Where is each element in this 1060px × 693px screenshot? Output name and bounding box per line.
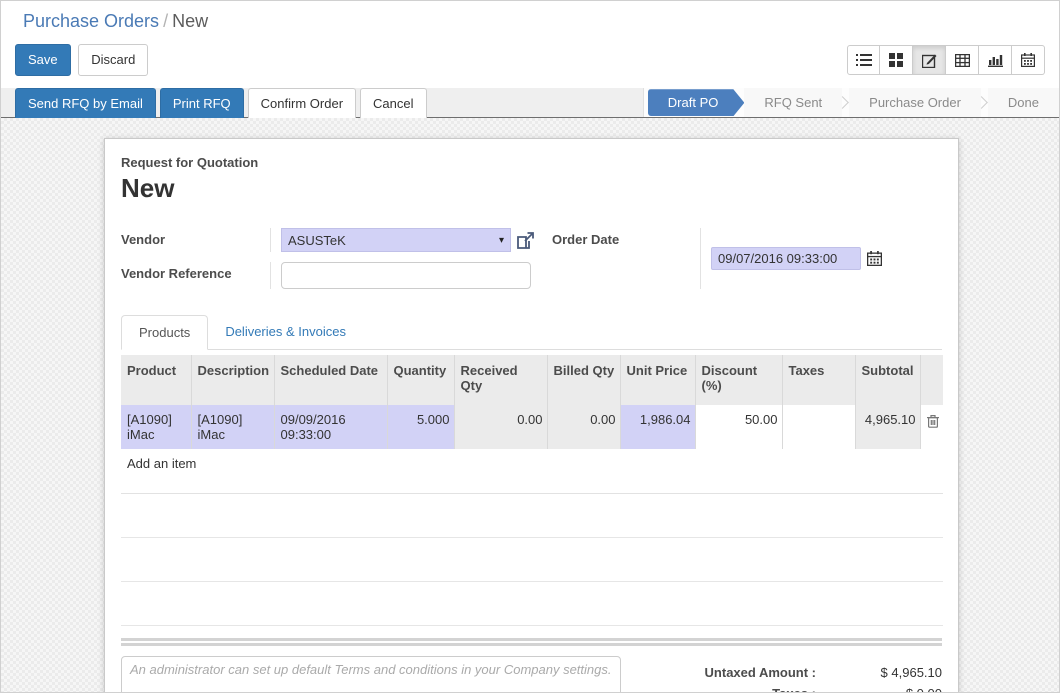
cell-discount[interactable]: 50.00	[695, 405, 782, 449]
confirm-order-button[interactable]: Confirm Order	[248, 88, 356, 118]
status-purchase-order[interactable]: Purchase Order	[849, 88, 981, 117]
add-an-item-link[interactable]: Add an item	[121, 449, 943, 493]
pivot-icon	[955, 54, 970, 67]
chevron-down-icon: ▾	[499, 235, 504, 246]
order-date-field-cell	[700, 228, 942, 289]
field-groups: Vendor ASUSTeK ▾ Vendor Reference Orde	[121, 228, 942, 289]
cell-unit-price[interactable]: 1,986.04	[620, 405, 695, 449]
terms-conditions-textarea[interactable]	[121, 656, 621, 693]
empty-row	[121, 581, 943, 625]
tab-products[interactable]: Products	[121, 315, 208, 350]
app-window: Purchase Orders/New Save Discard	[0, 0, 1060, 693]
notebook-tabs: Products Deliveries & Invoices	[121, 315, 942, 350]
cell-quantity[interactable]: 5.000	[387, 405, 454, 449]
taxes-label: Taxes :	[642, 686, 832, 693]
taxes-row: Taxes : $ 0.00	[642, 683, 942, 693]
section-divider	[121, 638, 942, 646]
col-description[interactable]: Description	[191, 355, 274, 405]
vendor-select[interactable]: ASUSTeK ▾	[281, 228, 511, 252]
form-background: Request for Quotation New Vendor ASUSTeK…	[1, 118, 1059, 693]
external-link-icon[interactable]	[517, 232, 534, 249]
untaxed-amount-row: Untaxed Amount : $ 4,965.10	[642, 662, 942, 683]
table-header-row: Product Description Scheduled Date Quant…	[121, 355, 943, 405]
col-taxes[interactable]: Taxes	[782, 355, 855, 405]
right-field-group: Order Date	[552, 228, 942, 289]
vendor-reference-field-cell	[270, 262, 552, 289]
cell-scheduled-date[interactable]: 09/09/2016 09:33:00	[274, 405, 387, 449]
cell-taxes[interactable]	[782, 405, 855, 449]
graph-view-button[interactable]	[979, 45, 1012, 75]
workflow-buttons: Send RFQ by Email Print RFQ Confirm Orde…	[15, 88, 431, 117]
form-edit-icon	[922, 53, 937, 68]
cell-received-qty: 0.00	[454, 405, 547, 449]
form-sheet: Request for Quotation New Vendor ASUSTeK…	[104, 138, 959, 693]
save-button[interactable]: Save	[15, 44, 71, 76]
breadcrumb-current: New	[172, 11, 208, 31]
empty-row	[121, 493, 943, 537]
col-received-qty[interactable]: Received Qty	[454, 355, 547, 405]
cell-delete	[920, 405, 943, 449]
cell-description[interactable]: [A1090] iMac	[191, 405, 274, 449]
add-item-row: Add an item	[121, 449, 943, 493]
status-done[interactable]: Done	[988, 88, 1059, 117]
page-title: New	[121, 173, 942, 204]
save-discard-group: Save Discard	[15, 44, 148, 76]
status-draft-po[interactable]: Draft PO	[648, 89, 745, 116]
breadcrumb-separator: /	[159, 11, 172, 31]
col-billed-qty[interactable]: Billed Qty	[547, 355, 620, 405]
col-scheduled-date[interactable]: Scheduled Date	[274, 355, 387, 405]
print-rfq-button[interactable]: Print RFQ	[160, 88, 244, 118]
col-quantity[interactable]: Quantity	[387, 355, 454, 405]
view-switcher	[847, 45, 1045, 75]
cell-billed-qty: 0.00	[547, 405, 620, 449]
cancel-button[interactable]: Cancel	[360, 88, 426, 118]
sheet-subtitle: Request for Quotation	[121, 155, 942, 170]
list-view-button[interactable]	[847, 45, 880, 75]
vendor-select-value: ASUSTeK	[288, 233, 346, 248]
status-pipeline: Draft PO RFQ Sent Purchase Order Done	[643, 88, 1059, 117]
order-lines-table: Product Description Scheduled Date Quant…	[121, 355, 943, 626]
breadcrumb: Purchase Orders/New	[1, 1, 1059, 36]
empty-row	[121, 537, 943, 581]
graph-icon	[988, 53, 1003, 67]
kanban-icon	[889, 53, 903, 67]
discard-button[interactable]: Discard	[78, 44, 148, 76]
col-discount[interactable]: Discount (%)	[695, 355, 782, 405]
untaxed-amount-label: Untaxed Amount :	[642, 665, 832, 680]
trash-icon[interactable]	[927, 412, 940, 428]
vendor-reference-label: Vendor Reference	[121, 262, 270, 289]
action-bar: Send RFQ by Email Print RFQ Confirm Orde…	[1, 88, 1059, 118]
vendor-field-cell: ASUSTeK ▾	[270, 228, 552, 252]
untaxed-amount-value: $ 4,965.10	[832, 665, 942, 680]
col-actions	[920, 355, 943, 405]
status-rfq-sent[interactable]: RFQ Sent	[744, 88, 842, 117]
order-date-label: Order Date	[552, 228, 700, 289]
form-view-button[interactable]	[913, 45, 946, 75]
order-line-row: [A1090] iMac [A1090] iMac 09/09/2016 09:…	[121, 405, 943, 449]
bottom-area: Untaxed Amount : $ 4,965.10 Taxes : $ 0.…	[121, 656, 942, 693]
send-rfq-button[interactable]: Send RFQ by Email	[15, 88, 156, 118]
breadcrumb-parent-link[interactable]: Purchase Orders	[23, 11, 159, 31]
tab-deliveries-invoices[interactable]: Deliveries & Invoices	[208, 315, 363, 349]
col-subtotal[interactable]: Subtotal	[855, 355, 920, 405]
totals-block: Untaxed Amount : $ 4,965.10 Taxes : $ 0.…	[642, 656, 942, 693]
list-icon	[856, 53, 872, 67]
calendar-view-button[interactable]	[1012, 45, 1045, 75]
pivot-view-button[interactable]	[946, 45, 979, 75]
cell-product[interactable]: [A1090] iMac	[121, 405, 191, 449]
col-unit-price[interactable]: Unit Price	[620, 355, 695, 405]
cell-subtotal: 4,965.10	[855, 405, 920, 449]
kanban-view-button[interactable]	[880, 45, 913, 75]
col-product[interactable]: Product	[121, 355, 191, 405]
taxes-value: $ 0.00	[832, 686, 942, 693]
vendor-reference-input[interactable]	[281, 262, 531, 289]
order-date-input[interactable]	[711, 247, 861, 270]
calendar-icon	[1021, 53, 1035, 67]
control-row: Save Discard	[1, 36, 1059, 88]
vendor-label: Vendor	[121, 228, 270, 252]
calendar-picker-icon[interactable]	[867, 251, 882, 266]
left-field-group: Vendor ASUSTeK ▾ Vendor Reference	[121, 228, 552, 289]
